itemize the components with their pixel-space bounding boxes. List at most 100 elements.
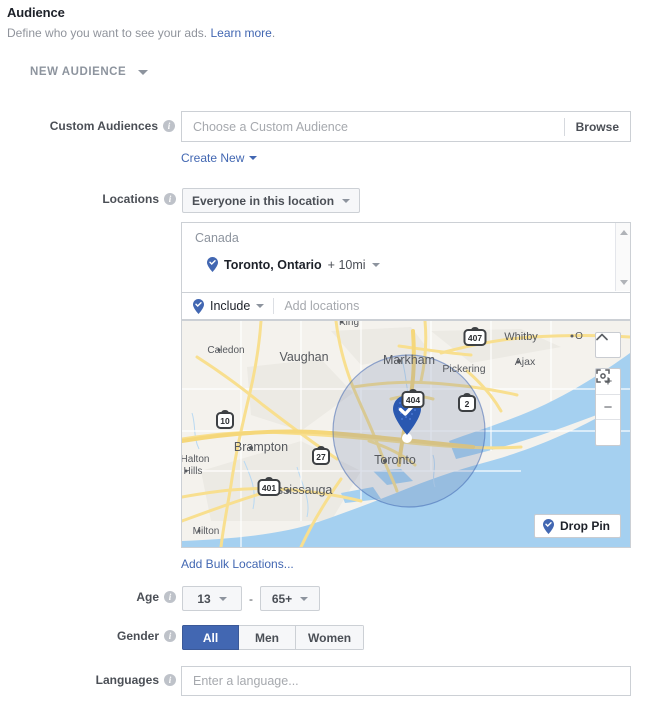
age-label: Age [136, 590, 159, 604]
gender-toggle-group: All Men Women [182, 625, 365, 650]
chevron-up-icon [596, 333, 608, 341]
chevron-down-icon [342, 198, 351, 203]
learn-more-link[interactable]: Learn more [210, 26, 271, 40]
fullscreen-icon [596, 369, 610, 383]
age-min-value: 13 [197, 591, 211, 606]
chevron-down-icon[interactable] [371, 262, 380, 267]
highway-shield-icon: 407 [463, 327, 487, 346]
create-new-label: Create New [181, 151, 245, 165]
map-label-dot [570, 334, 574, 338]
zoom-out-button[interactable]: − [596, 395, 620, 420]
drop-pin-button[interactable]: Drop Pin [534, 514, 621, 538]
subtitle-period: . [271, 26, 276, 40]
highway-number: 2 [465, 399, 470, 409]
highway-shield-icon: 10 [216, 410, 234, 429]
map-place-label: O [575, 331, 583, 342]
location-pin-icon [207, 257, 218, 272]
location-entry-toronto[interactable]: Toronto, Ontario + 10mi [207, 257, 380, 272]
languages-label-group: Languages i [0, 673, 176, 687]
age-min-dropdown[interactable]: 13 [182, 586, 242, 611]
highway-shield-icon: 27 [312, 446, 330, 465]
info-icon[interactable]: i [164, 591, 176, 603]
drop-pin-label: Drop Pin [560, 519, 610, 533]
create-new-link[interactable]: Create New [181, 151, 258, 165]
age-label-group: Age i [0, 590, 176, 604]
map-zoom-controls[interactable]: + − [595, 368, 621, 446]
map-place-label: Milton [193, 526, 220, 537]
locations-label-group: Locations i [0, 192, 176, 206]
chevron-down-icon [256, 304, 265, 308]
age-separator: - [249, 591, 253, 606]
custom-audiences-field[interactable]: Choose a Custom Audience Browse [181, 111, 631, 142]
page-title: Audience [7, 5, 65, 20]
map-place-label: Vaughan [279, 350, 328, 364]
selected-locations-panel: Canada Toronto, Ontario + 10mi [181, 222, 631, 292]
highway-number: 27 [316, 452, 326, 462]
chevron-down-icon [218, 596, 227, 601]
gender-label: Gender [116, 629, 159, 643]
location-scope-value: Everyone in this location [192, 193, 335, 208]
languages-input[interactable]: Enter a language... [182, 674, 299, 688]
location-scope-dropdown[interactable]: Everyone in this location [182, 188, 361, 213]
map-place-label: Caledon [207, 345, 244, 356]
info-icon[interactable]: i [163, 120, 175, 132]
info-icon[interactable]: i [164, 674, 176, 686]
map-place-label: Markham [383, 353, 435, 367]
highway-number: 401 [262, 483, 276, 493]
age-max-value: 65+ [271, 591, 293, 606]
age-max-dropdown[interactable]: 65+ [260, 586, 320, 611]
location-entry-name: Toronto, Ontario [224, 257, 322, 272]
custom-audiences-label: Custom Audiences [49, 119, 158, 133]
scroll-up-icon[interactable] [616, 225, 631, 239]
new-audience-selector[interactable]: NEW AUDIENCE [30, 66, 149, 78]
gender-label-group: Gender i [0, 629, 176, 643]
map-place-label: King [339, 321, 359, 328]
drop-pin-icon [543, 518, 554, 534]
map-place-label: Halton [182, 454, 209, 465]
location-entry-radius: + 10mi [327, 257, 366, 272]
subtitle-text: Define who you want to see your ads. [7, 26, 208, 40]
add-locations-input[interactable]: Add locations [274, 299, 359, 313]
info-icon[interactable]: i [164, 193, 176, 205]
custom-audiences-label-group: Custom Audiences i [0, 119, 175, 133]
location-country-header: Canada [195, 231, 239, 245]
locations-scrollbar[interactable] [615, 223, 630, 291]
languages-field[interactable]: Enter a language... [181, 666, 631, 696]
locations-label: Locations [102, 192, 159, 206]
chevron-down-icon [300, 596, 309, 601]
map-collapse-button[interactable] [595, 332, 621, 358]
highway-number: 407 [468, 333, 482, 343]
custom-audiences-input[interactable]: Choose a Custom Audience [182, 120, 564, 134]
age-range-controls: 13 - 65+ [182, 586, 320, 611]
chevron-down-icon [138, 69, 149, 75]
highway-number: 10 [220, 416, 230, 426]
info-icon[interactable]: i [164, 630, 176, 642]
map-place-label: Hills [184, 466, 203, 477]
page-subtitle: Define who you want to see your ads. Lea… [7, 26, 275, 40]
include-pin-icon [193, 298, 204, 314]
highway-shield-icon: 404 [401, 389, 425, 408]
map-place-label: Brampton [234, 440, 288, 454]
add-bulk-locations-link[interactable]: Add Bulk Locations... [181, 557, 294, 571]
highway-shield-icon: 2 [458, 393, 476, 412]
gender-option-men[interactable]: Men [239, 625, 296, 650]
gender-option-women[interactable]: Women [296, 625, 365, 650]
map-place-label: Whitby [504, 331, 538, 343]
include-dropdown[interactable]: Include [182, 298, 273, 314]
chevron-down-icon [249, 156, 258, 160]
map-place-label: Pickering [442, 363, 485, 375]
highway-shield-icon: 401 [257, 477, 281, 496]
include-exclude-bar: Include Add locations [181, 292, 631, 320]
location-map[interactable]: King Caledon Vaughan Markham Whitby O Pickerin… [181, 320, 631, 548]
include-value: Include [210, 299, 251, 313]
highway-number: 404 [406, 395, 420, 405]
browse-button[interactable]: Browse [565, 120, 630, 134]
audience-panel: Audience Define who you want to see your… [0, 0, 645, 707]
scroll-down-icon[interactable] [616, 275, 631, 289]
languages-label: Languages [95, 673, 159, 687]
map-place-label: Ajax [515, 356, 536, 368]
map-place-label: Toronto [374, 453, 416, 467]
fullscreen-button[interactable] [596, 369, 620, 445]
new-audience-label: NEW AUDIENCE [30, 66, 127, 78]
gender-option-all[interactable]: All [182, 625, 239, 650]
